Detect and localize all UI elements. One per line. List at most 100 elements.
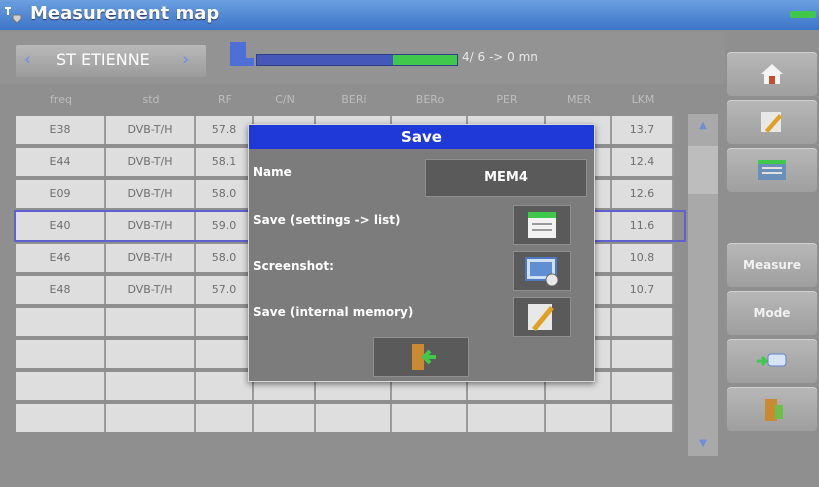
table-cell xyxy=(612,308,674,336)
table-cell: 57.8 xyxy=(196,116,254,144)
column-header: BERo xyxy=(415,92,445,106)
table-cell xyxy=(16,404,106,432)
home-icon xyxy=(761,64,783,84)
table-scrollbar[interactable]: ▲ ▼ xyxy=(688,114,718,456)
table-cell xyxy=(612,340,674,368)
save-internal-label: Save (internal memory) xyxy=(253,305,414,319)
list-settings-button[interactable] xyxy=(727,148,817,192)
table-cell xyxy=(106,372,196,400)
table-cell xyxy=(612,404,674,432)
table-cell: E44 xyxy=(16,148,106,176)
measurement-map-icon xyxy=(5,7,22,24)
table-cell: 13.7 xyxy=(612,116,674,144)
column-header: RF xyxy=(218,92,232,106)
column-header: LKM xyxy=(631,92,655,106)
table-cell xyxy=(106,308,196,336)
table-cell: 58.0 xyxy=(196,244,254,272)
table-cell: 57.0 xyxy=(196,276,254,304)
table-cell: 59.0 xyxy=(196,212,254,240)
dialog-title: Save xyxy=(249,125,594,149)
column-header: PER xyxy=(496,92,518,106)
scan-progress-bar xyxy=(256,54,458,66)
table-cell xyxy=(546,404,612,432)
column-header: freq xyxy=(50,92,72,106)
table-cell xyxy=(392,404,468,432)
column-header: C/N xyxy=(275,92,295,106)
table-header: freq std RF C/N BERi BERo PER MER LKM xyxy=(16,86,684,112)
save-list-label: Save (settings -> list) xyxy=(253,213,401,227)
door-icon xyxy=(765,399,783,421)
usb-export-icon xyxy=(757,353,787,367)
usb-export-button[interactable] xyxy=(727,339,817,383)
dialog-row-save-list: Save (settings -> list) xyxy=(249,201,594,245)
chevron-left-icon[interactable]: ‹ xyxy=(24,49,31,70)
table-cell xyxy=(196,308,254,336)
save-list-button[interactable] xyxy=(513,205,571,245)
column-header: MER xyxy=(566,92,592,106)
scroll-up-icon[interactable]: ▲ xyxy=(688,114,718,138)
table-cell: 12.4 xyxy=(612,148,674,176)
mode-button[interactable]: Mode xyxy=(727,291,817,335)
screenshot-button[interactable] xyxy=(513,251,571,291)
column-header: std xyxy=(142,92,160,106)
name-label: Name xyxy=(253,165,292,179)
table-cell xyxy=(196,372,254,400)
site-selector[interactable]: ‹ ST ETIENNE › xyxy=(16,45,206,77)
table-cell xyxy=(316,404,392,432)
title-bar: Measurement map xyxy=(0,0,819,30)
save-dialog: Save Name MEM4 Save (settings -> list) S… xyxy=(248,124,595,382)
table-cell: DVB-T/H xyxy=(106,148,196,176)
table-cell: E09 xyxy=(16,180,106,208)
dialog-row-save-internal: Save (internal memory) xyxy=(249,293,594,337)
table-cell xyxy=(196,404,254,432)
screenshot-icon xyxy=(525,257,559,287)
status-square-base xyxy=(230,58,254,66)
table-cell: 11.6 xyxy=(612,212,674,240)
pencil-icon xyxy=(761,112,782,133)
site-name: ST ETIENNE xyxy=(56,50,150,69)
scroll-down-icon[interactable]: ▼ xyxy=(688,432,718,456)
table-cell xyxy=(254,404,316,432)
battery-indicator xyxy=(790,11,816,18)
table-cell xyxy=(16,308,106,336)
table-cell: DVB-T/H xyxy=(106,276,196,304)
name-field[interactable]: MEM4 xyxy=(425,159,587,197)
table-cell: DVB-T/H xyxy=(106,244,196,272)
table-cell: E48 xyxy=(16,276,106,304)
table-row[interactable] xyxy=(16,404,684,432)
save-internal-icon xyxy=(528,304,554,331)
table-cell xyxy=(612,372,674,400)
dialog-row-screenshot: Screenshot: xyxy=(249,247,594,291)
table-cell xyxy=(196,340,254,368)
table-cell xyxy=(106,340,196,368)
exit-door-icon xyxy=(412,344,436,370)
table-cell: DVB-T/H xyxy=(106,116,196,144)
column-header: BERi xyxy=(341,92,367,106)
save-internal-button[interactable] xyxy=(513,297,571,337)
table-cell: E38 xyxy=(16,116,106,144)
home-button[interactable] xyxy=(727,52,817,96)
table-cell xyxy=(16,372,106,400)
measure-button[interactable]: Measure xyxy=(727,243,817,287)
chevron-right-icon[interactable]: › xyxy=(182,49,189,70)
window-title: Measurement map xyxy=(30,3,220,24)
edit-button[interactable] xyxy=(727,100,817,144)
progress-fill xyxy=(393,55,457,65)
dialog-row-name: Name MEM4 xyxy=(249,153,594,197)
table-cell: 10.8 xyxy=(612,244,674,272)
table-cell xyxy=(106,404,196,432)
table-cell xyxy=(468,404,546,432)
table-cell xyxy=(16,340,106,368)
table-cell: E40 xyxy=(16,212,106,240)
exit-sidebar-button[interactable] xyxy=(727,387,817,431)
save-list-icon xyxy=(528,212,556,238)
table-cell: 58.1 xyxy=(196,148,254,176)
exit-button[interactable] xyxy=(373,337,469,377)
table-cell: 10.7 xyxy=(612,276,674,304)
progress-label: 4/ 6 -> 0 mn xyxy=(462,50,538,64)
scrollbar-thumb[interactable] xyxy=(688,146,718,194)
list-icon xyxy=(758,160,786,180)
table-cell: DVB-T/H xyxy=(106,180,196,208)
table-cell: DVB-T/H xyxy=(106,212,196,240)
screenshot-label: Screenshot: xyxy=(253,259,334,273)
